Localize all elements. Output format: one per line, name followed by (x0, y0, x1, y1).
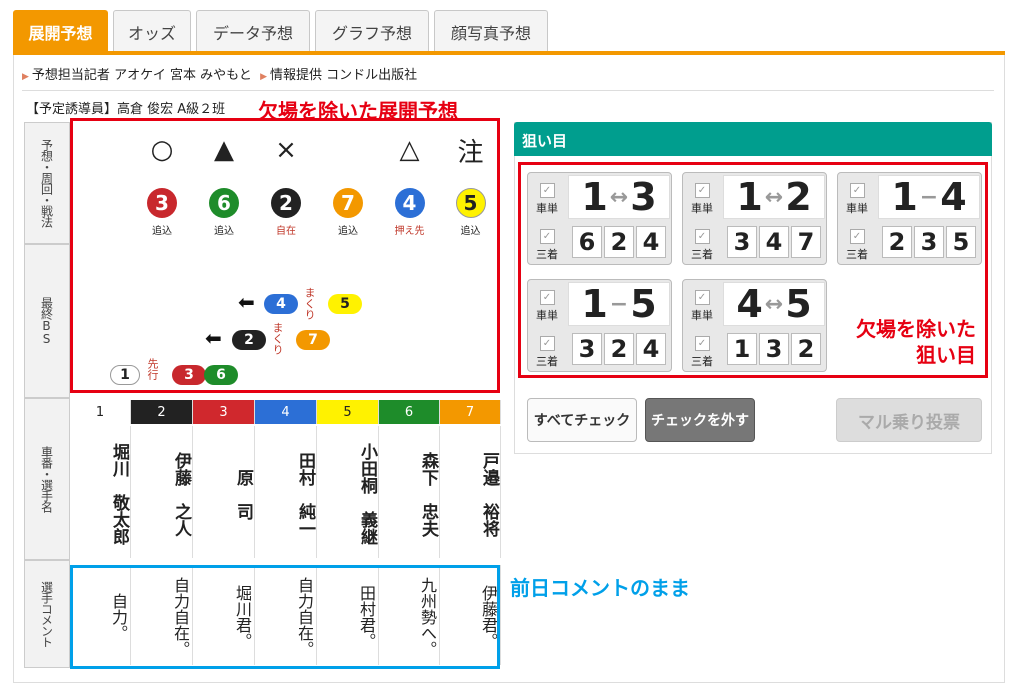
page: 展開予想 オッズ データ予想 グラフ予想 顔写真予想 ▶ 予想担当記者 アオケイ … (0, 0, 1013, 689)
reporter-label: 予想担当記者 (31, 68, 110, 83)
highlight-box-tenkai (70, 118, 500, 393)
rider-number: 7 (440, 400, 501, 424)
provider-label: 情報提供 (270, 68, 323, 83)
triangle-icon: ▶ (260, 72, 268, 82)
info-line: ▶ 予想担当記者 アオケイ 宮本 みやもと ▶ 情報提供 コンドル出版社 (22, 64, 417, 83)
tab-graph[interactable]: グラフ予想 (315, 10, 429, 52)
provider-name: コンドル出版社 (326, 68, 418, 83)
row-header-comment: 選手コメント (24, 560, 70, 668)
rider-number: 6 (379, 400, 440, 424)
rider-number: 4 (255, 400, 317, 424)
row-header-bs: 最終BS (24, 244, 70, 398)
annotation-right-line1: 欠場を除いた (856, 317, 976, 341)
rider-name: 森下 忠夫 (379, 426, 440, 558)
tab-data[interactable]: データ予想 (196, 10, 310, 52)
rider-name: 堀川 敬太郎 (70, 426, 131, 558)
leader-info: 【予定誘導員】高倉 俊宏 A級２班 (26, 102, 226, 117)
vote-button[interactable]: マル乗り投票 (836, 398, 982, 442)
rider-name: 田村 純一 (255, 426, 317, 558)
rider-number: 1 (70, 400, 131, 424)
row-header-names: 車番・選手名 (24, 398, 70, 560)
tab-odds[interactable]: オッズ (113, 10, 191, 52)
rider-name: 伊藤 之人 (131, 426, 193, 558)
rider-name: 原 司 (193, 426, 255, 558)
rider-name: 戸邉 裕将 (440, 426, 501, 558)
rider-number: 5 (317, 400, 379, 424)
highlight-box-comment (70, 565, 500, 669)
row-header-yoso: 予想・周回・戦法 (24, 122, 70, 244)
rider-name: 小田桐 義継 (317, 426, 379, 558)
uncheck-button[interactable]: チェックを外す (645, 398, 755, 442)
reporter-names: アオケイ 宮本 みやもと (114, 68, 252, 83)
annotation-bottom: 前日コメントのまま (510, 576, 690, 600)
rider-number: 2 (131, 400, 193, 424)
divider (22, 90, 994, 91)
tab-tenkai[interactable]: 展開予想 (13, 10, 108, 52)
annotation-right-line2: 狙い目 (916, 343, 976, 367)
tab-photo[interactable]: 顔写真予想 (434, 10, 548, 52)
annotation-right: 欠場を除いた 狙い目 (836, 316, 976, 368)
triangle-icon: ▶ (22, 72, 29, 82)
rider-number: 3 (193, 400, 255, 424)
check-all-button[interactable]: すべてチェック (527, 398, 637, 442)
nerai-title: 狙い目 (514, 122, 992, 156)
